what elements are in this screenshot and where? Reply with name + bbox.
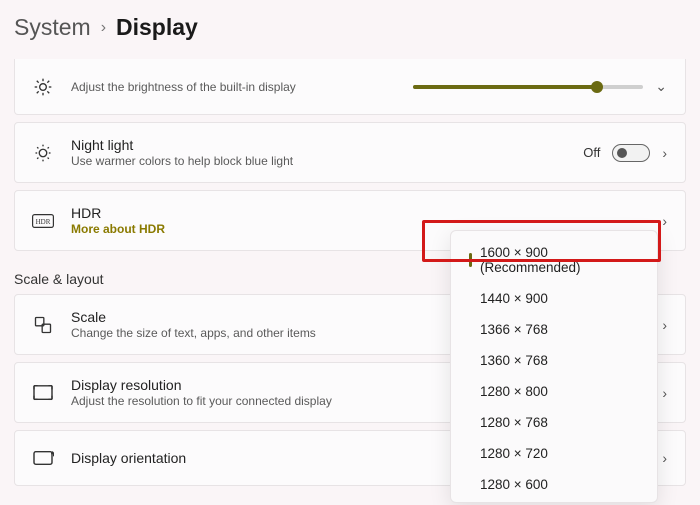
resolution-option[interactable]: 1280 × 720 xyxy=(451,438,657,469)
resolution-option-label: 1440 × 900 xyxy=(480,291,548,306)
setting-brightness[interactable]: Brightness Adjust the brightness of the … xyxy=(14,59,686,115)
scale-icon xyxy=(31,313,55,337)
svg-text:HDR: HDR xyxy=(36,218,51,226)
resolution-option[interactable]: 1440 × 900 xyxy=(451,283,657,314)
night-light-toggle[interactable] xyxy=(612,144,650,162)
breadcrumb-root[interactable]: System xyxy=(14,14,91,41)
resolution-option[interactable]: 1360 × 768 xyxy=(451,345,657,376)
chevron-right-icon[interactable]: › xyxy=(662,317,667,333)
resolution-option-label: 1280 × 768 xyxy=(480,415,548,430)
sun-icon xyxy=(31,75,55,99)
setting-night-light[interactable]: Night light Use warmer colors to help bl… xyxy=(14,122,686,183)
hdr-title: HDR xyxy=(71,205,646,221)
resolution-option[interactable]: 1280 × 600 xyxy=(451,469,657,500)
resolution-dropdown[interactable]: 1600 × 900 (Recommended) 1440 × 900 1366 ×… xyxy=(450,230,658,503)
resolution-option-label: 1280 × 600 xyxy=(480,477,548,492)
resolution-option[interactable]: 1280 × 768 xyxy=(451,407,657,438)
breadcrumb: System › Display xyxy=(0,0,700,53)
night-light-state-label: Off xyxy=(583,145,600,160)
resolution-option-label: 1360 × 768 xyxy=(480,353,548,368)
resolution-option[interactable]: 1366 × 768 xyxy=(451,314,657,345)
orientation-icon xyxy=(31,446,55,470)
hdr-icon: HDR xyxy=(31,209,55,233)
chevron-right-icon[interactable]: › xyxy=(662,213,667,229)
resolution-option-label: 1280 × 720 xyxy=(480,446,548,461)
chevron-down-icon[interactable]: ⌄ xyxy=(655,78,667,95)
brightness-subtitle: Adjust the brightness of the built-in di… xyxy=(71,80,397,94)
night-light-title: Night light xyxy=(71,137,567,153)
night-light-icon xyxy=(31,141,55,165)
resolution-option-label: 1600 × 900 (Recommended) xyxy=(480,245,641,275)
chevron-right-icon: › xyxy=(101,19,106,37)
resolution-option-label: 1280 × 800 xyxy=(480,384,548,399)
night-light-subtitle: Use warmer colors to help block blue lig… xyxy=(71,154,567,168)
resolution-icon xyxy=(31,381,55,405)
chevron-right-icon[interactable]: › xyxy=(662,145,667,161)
brightness-slider[interactable] xyxy=(413,80,643,94)
resolution-option[interactable]: 1280 × 800 xyxy=(451,376,657,407)
chevron-right-icon[interactable]: › xyxy=(662,385,667,401)
breadcrumb-current: Display xyxy=(116,14,198,41)
resolution-option-label: 1366 × 768 xyxy=(480,322,548,337)
chevron-right-icon[interactable]: › xyxy=(662,450,667,466)
resolution-option[interactable]: 1600 × 900 (Recommended) xyxy=(451,237,657,283)
